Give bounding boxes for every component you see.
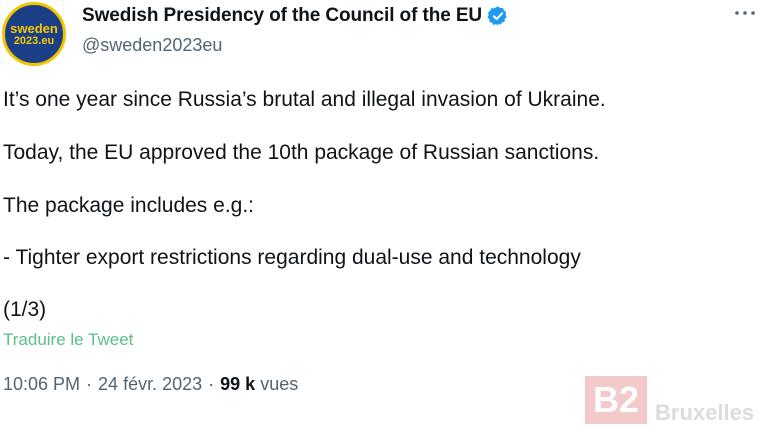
avatar-text-line2: 2023.eu	[13, 34, 55, 47]
watermark-text: Bruxelles	[655, 400, 755, 425]
tweet-time[interactable]: 10:06 PM	[3, 374, 80, 395]
translate-tweet-link[interactable]: Traduire le Tweet	[3, 330, 133, 350]
author-display-name[interactable]: Swedish Presidency of the Council of the…	[82, 5, 482, 27]
tweet-paragraph: The package includes e.g.:	[3, 194, 254, 217]
avatar-text-line1: sweden	[10, 20, 58, 36]
tweet-paragraph: (1/3)	[3, 298, 47, 321]
more-options-icon[interactable]	[734, 6, 756, 20]
views-count[interactable]: 99 k	[220, 374, 255, 395]
verified-badge-icon[interactable]	[487, 5, 509, 27]
tweet-date[interactable]: 24 févr. 2023	[98, 374, 202, 395]
tweet-paragraph: - Tighter export restrictions regarding …	[3, 246, 581, 269]
watermark: B2 Bruxelles	[585, 372, 766, 425]
author-name-row: Swedish Presidency of the Council of the…	[82, 5, 509, 27]
meta-separator: ·	[208, 374, 215, 394]
tweet-paragraph: Today, the EU approved the 10th package …	[3, 141, 600, 164]
meta-separator: ·	[86, 374, 93, 394]
views-label: vues	[260, 374, 299, 394]
author-handle[interactable]: @sweden2023eu	[82, 35, 222, 56]
avatar[interactable]: sweden 2023.eu	[2, 2, 66, 66]
tweet-paragraph: It’s one year since Russia’s brutal and …	[3, 88, 606, 111]
watermark-logo: B2	[585, 376, 647, 424]
tweet-meta: 10:06 PM · 24 févr. 2023 · 99 k vues	[3, 374, 298, 395]
